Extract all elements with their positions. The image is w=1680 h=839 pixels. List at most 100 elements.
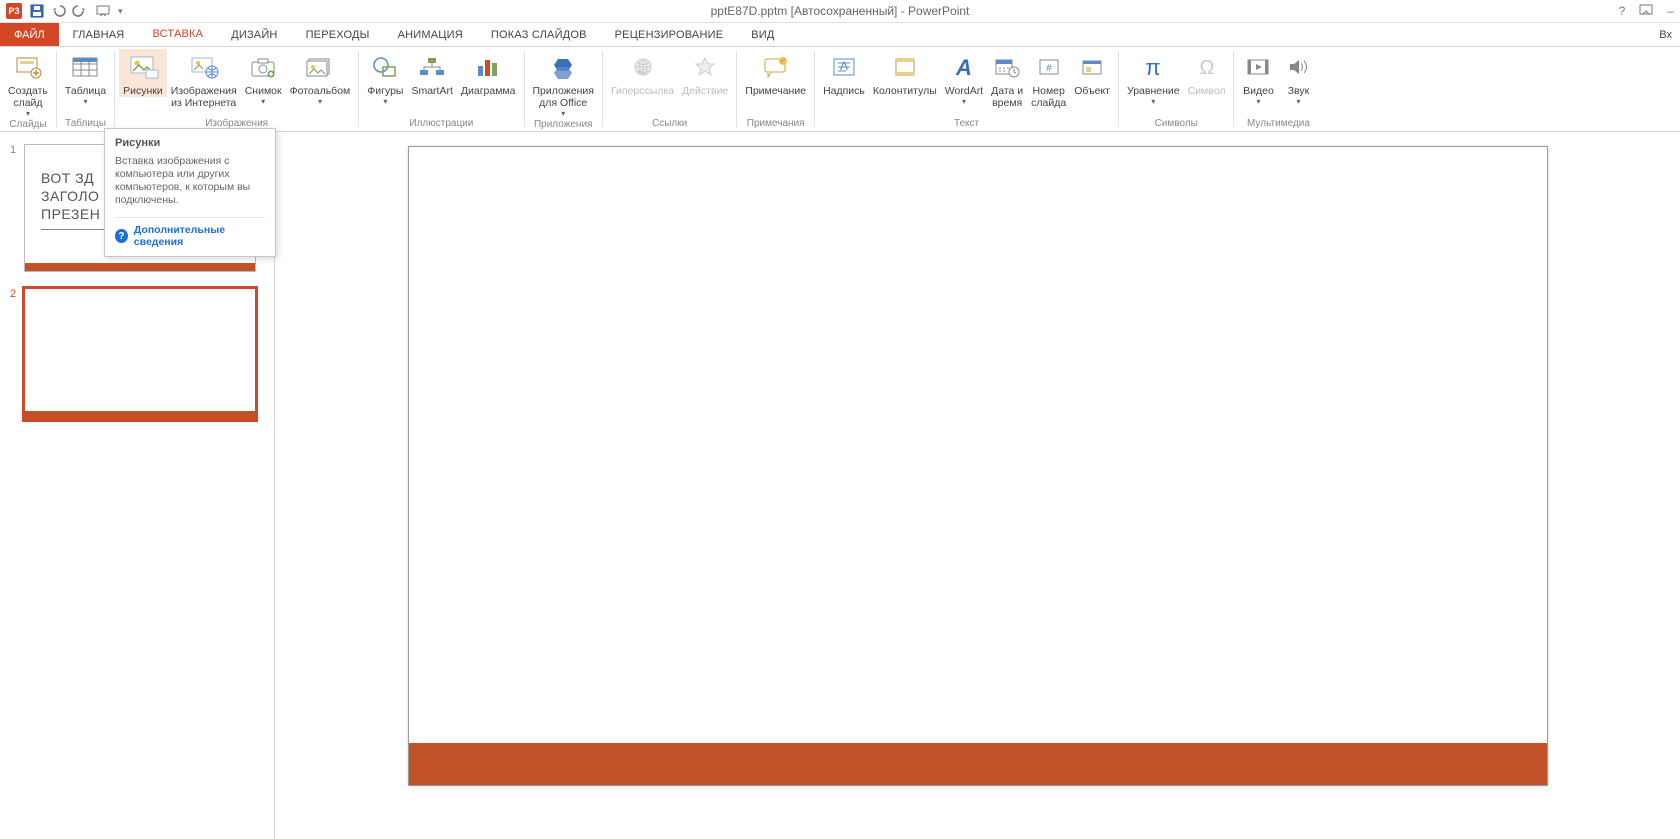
minimize-icon[interactable]: – bbox=[1667, 4, 1674, 18]
tab-slideshow[interactable]: ПОКАЗ СЛАЙДОВ bbox=[477, 23, 601, 46]
online-pictures-label: Изображения из Интернета bbox=[171, 85, 237, 109]
powerpoint-icon: P3 bbox=[6, 3, 22, 19]
tab-home[interactable]: ГЛАВНАЯ bbox=[59, 23, 139, 46]
group-links: Гиперссылка Действие Ссылки bbox=[603, 47, 736, 131]
symbol-label: Символ bbox=[1188, 85, 1226, 97]
new-slide-button[interactable]: Создать слайд ▾ bbox=[4, 49, 52, 118]
screenshot-icon bbox=[247, 51, 279, 83]
slide-number-button[interactable]: # Номер слайда bbox=[1027, 49, 1070, 109]
help-icon[interactable]: ? bbox=[1619, 4, 1626, 18]
tooltip-help-link[interactable]: ? Дополнительные сведения bbox=[115, 217, 265, 248]
thumbnail-2-wrap[interactable]: 2 bbox=[10, 288, 264, 420]
tab-insert[interactable]: ВСТАВКА bbox=[138, 23, 217, 46]
group-text: A Надпись Колонтитулы A WordArt ▾ bbox=[815, 47, 1118, 131]
date-time-button[interactable]: Дата и время bbox=[987, 49, 1027, 109]
group-symbols-label: Символы bbox=[1119, 117, 1233, 131]
undo-icon[interactable] bbox=[52, 4, 66, 18]
audio-label: Звук bbox=[1288, 85, 1310, 97]
comment-label: Примечание bbox=[745, 85, 806, 97]
tab-file[interactable]: ФАЙЛ bbox=[0, 23, 59, 46]
video-label: Видео bbox=[1243, 85, 1274, 97]
save-icon[interactable] bbox=[30, 4, 44, 18]
group-slides-label: Слайды bbox=[0, 118, 56, 132]
object-label: Объект bbox=[1074, 85, 1110, 97]
pictures-button[interactable]: Рисунки bbox=[119, 49, 167, 97]
tab-design[interactable]: ДИЗАЙН bbox=[217, 23, 291, 46]
header-footer-button[interactable]: Колонтитулы bbox=[869, 49, 941, 97]
table-icon bbox=[69, 51, 101, 83]
dropdown-arrow-icon: ▾ bbox=[962, 98, 966, 106]
wordart-label: WordArt bbox=[945, 85, 983, 97]
textbox-label: Надпись bbox=[823, 85, 865, 97]
tab-view[interactable]: ВИД bbox=[737, 23, 788, 46]
pictures-label: Рисунки bbox=[123, 85, 163, 97]
redo-icon[interactable] bbox=[74, 4, 88, 18]
action-button: Действие bbox=[678, 49, 732, 97]
qat-customize-icon[interactable]: ▾ bbox=[118, 6, 123, 17]
svg-text:Ω: Ω bbox=[1199, 57, 1214, 79]
dropdown-arrow-icon: ▾ bbox=[26, 110, 30, 118]
comment-button[interactable]: Примечание bbox=[741, 49, 810, 97]
svg-text:A: A bbox=[955, 55, 972, 80]
thumbnail-1-footer bbox=[25, 263, 255, 271]
table-button[interactable]: Таблица ▾ bbox=[61, 49, 110, 106]
group-links-label: Ссылки bbox=[603, 117, 736, 131]
video-button[interactable]: Видео ▾ bbox=[1238, 49, 1278, 106]
video-icon bbox=[1242, 51, 1274, 83]
slide-footer-bar bbox=[409, 743, 1547, 785]
tooltip-link-text[interactable]: Дополнительные сведения bbox=[134, 224, 265, 248]
tab-review[interactable]: РЕЦЕНЗИРОВАНИЕ bbox=[601, 23, 738, 46]
object-button[interactable]: Объект bbox=[1070, 49, 1114, 97]
audio-button[interactable]: Звук ▾ bbox=[1278, 49, 1318, 106]
dropdown-arrow-icon: ▾ bbox=[1151, 98, 1155, 106]
ribbon: Создать слайд ▾ Слайды Таблица ▾ Таблицы bbox=[0, 47, 1680, 132]
photo-album-button[interactable]: Фотоальбом ▾ bbox=[286, 49, 355, 106]
header-footer-label: Колонтитулы bbox=[873, 85, 937, 97]
dropdown-arrow-icon: ▾ bbox=[261, 98, 265, 106]
textbox-button[interactable]: A Надпись bbox=[819, 49, 869, 97]
tooltip: Рисунки Вставка изображения с компьютера… bbox=[104, 128, 276, 257]
shapes-label: Фигуры bbox=[367, 85, 403, 97]
screenshot-button[interactable]: Снимок ▾ bbox=[241, 49, 286, 106]
group-illustrations-label: Иллюстрации bbox=[359, 117, 523, 131]
date-time-icon bbox=[991, 51, 1023, 83]
shapes-button[interactable]: Фигуры ▾ bbox=[363, 49, 407, 106]
svg-text:A: A bbox=[840, 59, 848, 73]
tab-transitions[interactable]: ПЕРЕХОДЫ bbox=[292, 23, 384, 46]
chart-button[interactable]: Диаграмма bbox=[457, 49, 520, 97]
apps-for-office-button[interactable]: Приложения для Office ▾ bbox=[529, 49, 598, 118]
quick-access-toolbar: P3 ▾ bbox=[0, 3, 123, 19]
window-controls: ? – bbox=[1619, 4, 1680, 19]
group-comments: Примечание Примечания bbox=[737, 47, 814, 131]
chart-label: Диаграмма bbox=[461, 85, 516, 97]
pictures-icon bbox=[127, 51, 159, 83]
object-icon bbox=[1076, 51, 1108, 83]
dropdown-arrow-icon: ▾ bbox=[318, 98, 322, 106]
signin-label[interactable]: Вх bbox=[1659, 23, 1680, 46]
slide-editor[interactable] bbox=[275, 132, 1680, 839]
apps-for-office-label: Приложения для Office bbox=[533, 85, 594, 109]
start-presentation-icon[interactable] bbox=[96, 4, 110, 18]
online-pictures-icon bbox=[188, 51, 220, 83]
online-pictures-button[interactable]: Изображения из Интернета bbox=[167, 49, 241, 109]
slide-canvas[interactable] bbox=[408, 146, 1548, 786]
svg-text:#: # bbox=[1046, 63, 1052, 74]
photo-album-icon bbox=[304, 51, 336, 83]
header-footer-icon bbox=[889, 51, 921, 83]
ribbon-display-options-icon[interactable] bbox=[1639, 4, 1653, 19]
ribbon-tabs: ФАЙЛ ГЛАВНАЯ ВСТАВКА ДИЗАЙН ПЕРЕХОДЫ АНИ… bbox=[0, 23, 1680, 47]
smartart-label: SmartArt bbox=[411, 85, 452, 97]
window-title: pptE87D.pptm [Автосохраненный] - PowerPo… bbox=[0, 4, 1680, 18]
equation-label: Уравнение bbox=[1127, 85, 1180, 97]
smartart-button[interactable]: SmartArt bbox=[407, 49, 456, 97]
equation-button[interactable]: π Уравнение ▾ bbox=[1123, 49, 1184, 106]
tab-animations[interactable]: АНИМАЦИЯ bbox=[384, 23, 477, 46]
dropdown-arrow-icon: ▾ bbox=[383, 98, 387, 106]
slide-number-icon: # bbox=[1033, 51, 1065, 83]
symbol-button: Ω Символ bbox=[1184, 49, 1230, 97]
thumbnail-2[interactable] bbox=[24, 288, 256, 420]
wordart-button[interactable]: A WordArt ▾ bbox=[941, 49, 987, 106]
action-label: Действие bbox=[682, 85, 728, 97]
dropdown-arrow-icon: ▾ bbox=[1296, 98, 1300, 106]
new-slide-label: Создать слайд bbox=[8, 85, 48, 109]
